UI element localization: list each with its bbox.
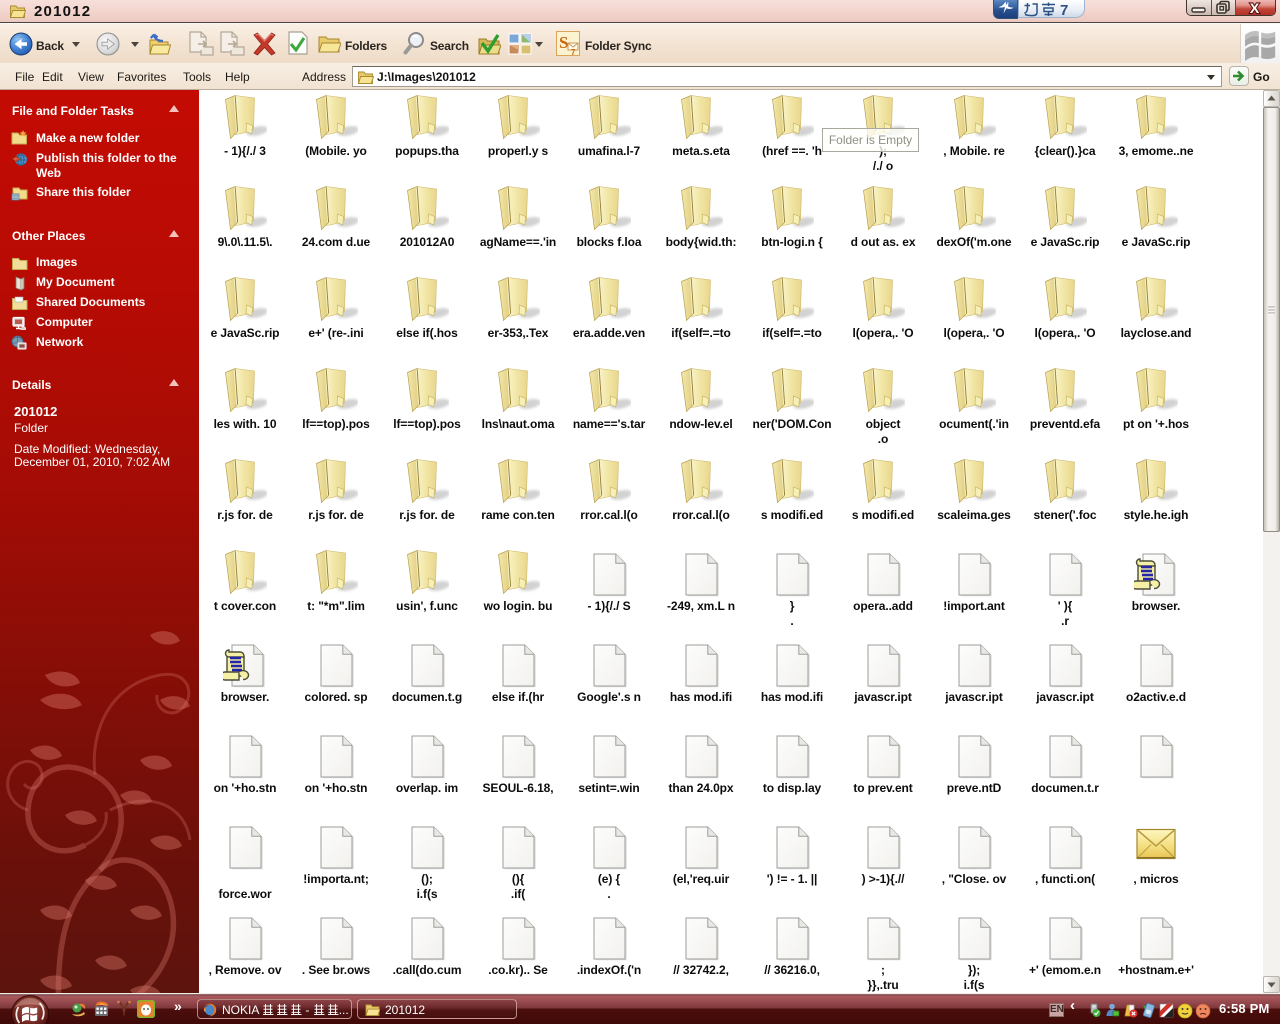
svg-text:S: S <box>559 33 568 52</box>
svg-text:7: 7 <box>1060 2 1068 18</box>
svg-text:X: X <box>1250 0 1260 15</box>
svg-text:7: 7 <box>571 48 576 56</box>
